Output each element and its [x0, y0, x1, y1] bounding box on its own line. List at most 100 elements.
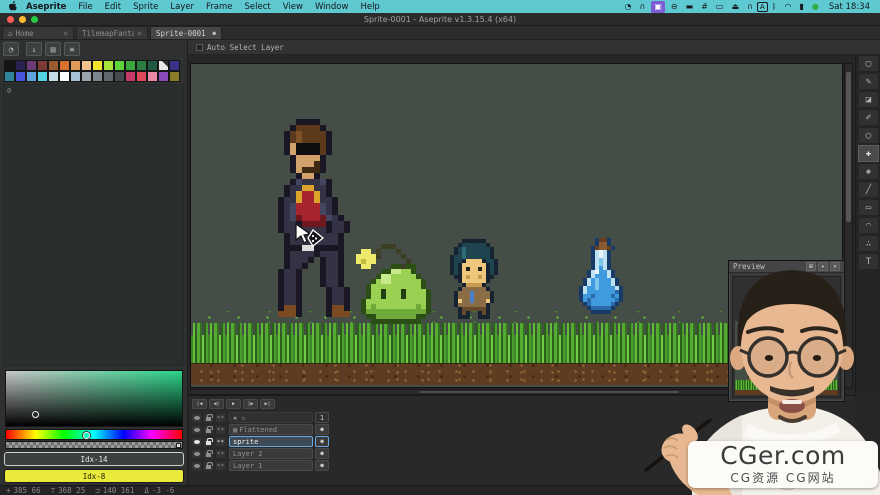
background-color-bar[interactable]: Idx-8: [4, 469, 184, 483]
palette-swatch[interactable]: [147, 60, 158, 71]
frame-cel[interactable]: ●: [315, 424, 329, 435]
frame-cel[interactable]: ●: [315, 460, 329, 471]
paint-bucket-tool[interactable]: ◈: [858, 163, 879, 180]
prev-frame-button[interactable]: ◀|: [209, 399, 224, 409]
menu-window[interactable]: Window: [309, 2, 355, 12]
palette-swatch[interactable]: [114, 60, 125, 71]
palette-swatch[interactable]: [15, 60, 26, 71]
tab-close-icon[interactable]: ×: [63, 29, 68, 38]
do-not-disturb-icon[interactable]: ⊖: [667, 1, 682, 13]
tab-sprite-0001[interactable]: Sprite-0001●: [150, 26, 222, 39]
alpha-bar[interactable]: [5, 441, 183, 449]
menu-select[interactable]: Select: [239, 2, 277, 12]
menu-help[interactable]: Help: [354, 2, 385, 12]
menu-frame[interactable]: Frame: [200, 2, 238, 12]
frame-cel[interactable]: ●: [315, 448, 329, 459]
palette-swatch[interactable]: [4, 60, 15, 71]
onion-skin-icon[interactable]: ▪ ▫: [233, 414, 246, 422]
layer-visibility-toggle[interactable]: [191, 437, 202, 447]
layer-name[interactable]: Layer 2: [229, 448, 313, 459]
apple-logo-icon[interactable]: [6, 1, 18, 12]
screen-recording-icon[interactable]: ▣: [651, 1, 665, 13]
hue-marker[interactable]: [83, 432, 90, 439]
status-dot-icon[interactable]: ●: [808, 1, 823, 13]
menu-layer[interactable]: Layer: [164, 2, 200, 12]
memory-icon[interactable]: ▬: [682, 1, 698, 13]
sv-marker[interactable]: [32, 411, 39, 418]
palette-swatch[interactable]: [136, 71, 147, 82]
bluetooth-icon[interactable]: ᛒ: [768, 1, 781, 13]
palette-swatch[interactable]: [158, 71, 169, 82]
palette-swatch[interactable]: [136, 60, 147, 71]
play-button[interactable]: ▶: [226, 399, 241, 409]
tab-home[interactable]: ⌂Home×: [2, 26, 74, 39]
palette-swatch[interactable]: [26, 60, 37, 71]
move-tool[interactable]: ✚: [858, 145, 879, 162]
palette-swatch[interactable]: [114, 71, 125, 82]
contour-tool[interactable]: ◠: [858, 217, 879, 234]
alpha-marker[interactable]: [176, 443, 181, 448]
menu-file[interactable]: File: [72, 2, 98, 12]
eyedropper-tool[interactable]: ✐: [858, 109, 879, 126]
palette-swatch[interactable]: [37, 71, 48, 82]
palette-swatch[interactable]: [103, 71, 114, 82]
palette-swatch[interactable]: [158, 60, 169, 71]
first-frame-button[interactable]: |◀: [192, 399, 207, 409]
preview-close-button[interactable]: ✕: [830, 262, 840, 271]
palette-swatch[interactable]: [26, 71, 37, 82]
layer-continuous-toggle[interactable]: ∗∗: [215, 437, 226, 447]
hue-bar[interactable]: [5, 429, 183, 440]
layer-name[interactable]: ▦Flattened: [229, 424, 313, 435]
next-frame-button[interactable]: |▶: [243, 399, 258, 409]
menubar-clock[interactable]: Sat 18:34: [825, 2, 874, 12]
palette-swatch[interactable]: [4, 71, 15, 82]
canvas-vertical-scrollbar[interactable]: [844, 63, 853, 388]
layer-name[interactable]: Layer 1: [229, 460, 313, 471]
rectangle-tool[interactable]: ▭: [858, 199, 879, 216]
headphones-icon[interactable]: ∩: [636, 1, 650, 13]
menu-view[interactable]: View: [277, 2, 309, 12]
display-icon[interactable]: ▭: [712, 1, 728, 13]
headset-icon[interactable]: ∩: [743, 1, 757, 13]
palette-swatch[interactable]: [15, 71, 26, 82]
layer-lock-toggle[interactable]: [203, 437, 214, 447]
palette-swatch[interactable]: [169, 60, 180, 71]
palette-swatch[interactable]: [125, 60, 136, 71]
palette-swatch[interactable]: [81, 60, 92, 71]
spray-tool[interactable]: ∴: [858, 235, 879, 252]
eject-icon[interactable]: ⏏: [727, 1, 743, 13]
layer-lock-toggle[interactable]: [203, 461, 214, 471]
layer-name[interactable]: sprite: [229, 436, 313, 447]
palette-swatch[interactable]: [147, 71, 158, 82]
palette-swatch[interactable]: [169, 71, 180, 82]
input-source-icon[interactable]: A: [757, 2, 768, 12]
pencil-tool[interactable]: ✎: [858, 73, 879, 90]
layer-lock-toggle[interactable]: [203, 449, 214, 459]
menu-edit[interactable]: Edit: [99, 2, 127, 12]
palette-swatch[interactable]: [59, 60, 70, 71]
palette-swatch[interactable]: [103, 60, 114, 71]
eye-column-icon[interactable]: [191, 413, 202, 423]
zoom-tool[interactable]: ◯: [858, 127, 879, 144]
window-grid-icon[interactable]: #: [697, 1, 712, 13]
palette-swatch[interactable]: [92, 71, 103, 82]
capture-icon[interactable]: ◔: [621, 1, 636, 13]
layer-visibility-toggle[interactable]: [191, 461, 202, 471]
foreground-color-bar[interactable]: Idx-14: [4, 452, 184, 466]
lock-column-icon[interactable]: [203, 413, 214, 423]
tab-tilemapfantac[interactable]: TilemapFantac×: [76, 26, 148, 39]
palette-options-button[interactable]: ≡: [64, 42, 80, 56]
line-tool[interactable]: ╱: [858, 181, 879, 198]
palette-swatch[interactable]: [92, 60, 103, 71]
palette-extra-area[interactable]: 0: [3, 84, 184, 366]
layer-continuous-toggle[interactable]: ∗∗: [215, 425, 226, 435]
palette-swatch[interactable]: [59, 71, 70, 82]
layer-visibility-toggle[interactable]: [191, 425, 202, 435]
layer-continuous-toggle[interactable]: ∗∗: [215, 449, 226, 459]
saturation-value-box[interactable]: [5, 370, 183, 427]
window-titlebar[interactable]: Sprite-0001 - Aseprite v1.3.15.4 (x64): [0, 13, 880, 26]
palette-new-button[interactable]: ▤: [45, 42, 61, 56]
preview-center-button[interactable]: ⊞: [806, 262, 816, 271]
palette-swatch[interactable]: [48, 60, 59, 71]
palette-presets-button[interactable]: ◔: [3, 42, 19, 56]
